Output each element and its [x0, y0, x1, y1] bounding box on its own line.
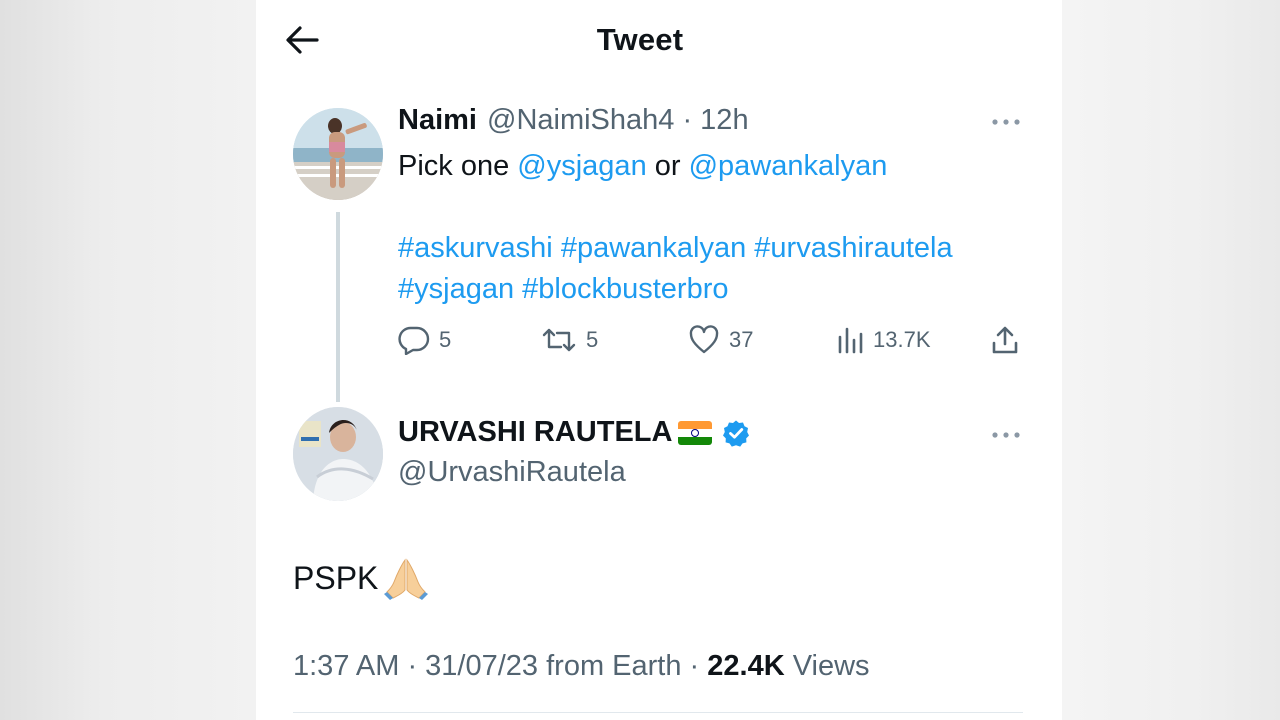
reply-count: 5: [439, 327, 452, 352]
retweet-button[interactable]: 5: [541, 322, 598, 358]
hashtag-ysjagan[interactable]: #ysjagan: [398, 273, 514, 305]
tweet1-more-button[interactable]: [986, 107, 1026, 137]
hashtag-blockbusterbro[interactable]: #blockbusterbro: [522, 273, 728, 305]
more-icon: [992, 432, 1020, 438]
hashtag-pawankalyan[interactable]: #pawankalyan: [561, 232, 746, 264]
retweet-icon: [542, 328, 576, 352]
profile-photo: [293, 407, 383, 501]
views-label: Views: [784, 650, 870, 682]
page-title: Tweet: [596, 22, 684, 57]
tweet1-handle-time[interactable]: @NaimiShah4 · 12h: [487, 104, 749, 137]
share-icon: [992, 326, 1018, 354]
reply-icon: [398, 326, 430, 355]
india-flag-icon: [678, 420, 713, 445]
profile-photo: [293, 108, 383, 200]
avatar-urvashi[interactable]: [293, 407, 383, 501]
analytics-icon: [838, 327, 863, 354]
retweet-count: 5: [586, 327, 599, 352]
divider: [293, 712, 1023, 713]
share-button[interactable]: [990, 322, 1020, 358]
verified-badge-icon[interactable]: [722, 419, 750, 447]
tweet2-text: PSPK: [293, 556, 429, 600]
folded-hands-icon: [384, 556, 429, 600]
like-count: 37: [729, 327, 754, 352]
tweet2-text-body: PSPK: [293, 559, 379, 596]
hashtag-askurvashi[interactable]: #askurvashi: [398, 232, 553, 264]
heart-icon: [689, 325, 719, 354]
tweet2-handle[interactable]: @UrvashiRautela: [398, 456, 626, 489]
reply-button[interactable]: 5: [398, 322, 451, 358]
tweet2-author[interactable]: URVASHI RAUTELA: [398, 416, 750, 449]
tweet2-footer: 1:37 AM · 31/07/23 from Earth · 22.4K Vi…: [293, 650, 870, 683]
mention-ysjagan[interactable]: @ysjagan: [517, 150, 646, 182]
mention-pawankalyan[interactable]: @pawankalyan: [689, 150, 888, 182]
tweet1-text-prefix: Pick one: [398, 150, 518, 182]
background-right: [1062, 0, 1280, 720]
more-icon: [992, 119, 1020, 125]
avatar-naimi[interactable]: [293, 108, 383, 200]
tweet2-more-button[interactable]: [986, 420, 1026, 450]
timestamp-source[interactable]: 1:37 AM · 31/07/23 from Earth ·: [293, 650, 707, 682]
hashtag-urvashirautela[interactable]: #urvashirautela: [754, 232, 952, 264]
tweet1-hashtags: #askurvashi #pawankalyan #urvashirautela…: [398, 228, 1028, 310]
tweet1-text: Pick one @ysjagan or @pawankalyan: [398, 146, 1018, 187]
thread-connector: [336, 212, 340, 402]
background-left: [0, 0, 256, 720]
tweet2-author-name: URVASHI RAUTELA: [398, 416, 673, 448]
tweet1-text-mid: or: [646, 150, 689, 182]
like-button[interactable]: 37: [688, 322, 753, 358]
tweet1-author-name[interactable]: Naimi: [398, 104, 477, 137]
views-button[interactable]: 13.7K: [836, 322, 931, 358]
views-count: 13.7K: [873, 327, 931, 352]
views-total: 22.4K: [707, 650, 785, 682]
